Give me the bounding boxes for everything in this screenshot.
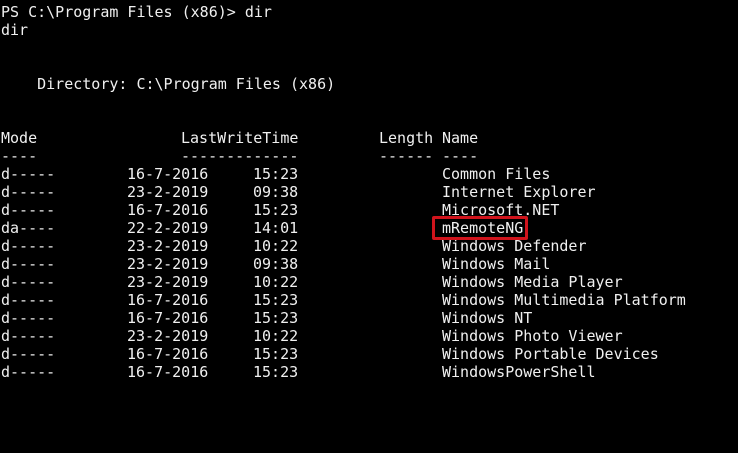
table-row: d----- 16-7-2016 15:23 Windows Portable … <box>1 345 659 363</box>
row-name: Windows Portable Devices <box>442 345 659 363</box>
row-name: Windows Multimedia Platform <box>442 291 686 309</box>
row-date: 23-2-2019 <box>127 273 209 291</box>
row-date: 16-7-2016 <box>127 291 209 309</box>
row-mode: d----- <box>1 327 56 345</box>
table-row: d----- 16-7-2016 15:23 Microsoft.NET <box>1 201 559 219</box>
row-date: 23-2-2019 <box>127 237 209 255</box>
row-name: Windows Mail <box>442 255 551 273</box>
table-row-highlighted: da---- 22-2-2019 14:01 mRemoteNG <box>1 219 523 237</box>
row-date: 16-7-2016 <box>127 309 209 327</box>
row-date: 16-7-2016 <box>127 165 209 183</box>
table-row: d----- 16-7-2016 15:23 Windows Multimedi… <box>1 291 686 309</box>
highlight-box <box>432 216 528 240</box>
row-time: 09:38 <box>253 183 299 201</box>
table-row: d----- 16-7-2016 15:23 Windows NT <box>1 309 532 327</box>
row-mode: da---- <box>1 219 56 237</box>
header-last-write-time: LastWriteTime <box>181 129 299 147</box>
echo-line: dir <box>1 21 29 39</box>
row-time: 10:22 <box>253 237 299 255</box>
row-name: WindowsPowerShell <box>442 363 596 381</box>
header-length: Length <box>379 129 434 147</box>
row-date: 16-7-2016 <box>127 345 209 363</box>
row-name: Windows NT <box>442 309 533 327</box>
table-row: d----- 16-7-2016 15:23 WindowsPowerShell <box>1 363 596 381</box>
row-time: 15:23 <box>253 363 299 381</box>
underline-length: ------ <box>379 147 434 165</box>
header-row: Mode LastWriteTime Length Name <box>1 129 478 147</box>
row-date: 16-7-2016 <box>127 201 209 219</box>
row-name: Windows Media Player <box>442 273 623 291</box>
row-mode: d----- <box>1 273 56 291</box>
underline-name: ---- <box>442 147 479 165</box>
row-time: 09:38 <box>253 255 299 273</box>
row-time: 15:23 <box>253 201 299 219</box>
row-date: 23-2-2019 <box>127 183 209 201</box>
row-time: 10:22 <box>253 327 299 345</box>
prompt-line: PS C:\Program Files (x86)> dir <box>1 3 272 21</box>
header-name: Name <box>442 129 479 147</box>
row-mode: d----- <box>1 237 56 255</box>
row-mode: d----- <box>1 291 56 309</box>
table-row: d----- 23-2-2019 10:22 Windows Photo Vie… <box>1 327 623 345</box>
row-time: 15:23 <box>253 309 299 327</box>
row-time: 10:22 <box>253 273 299 291</box>
table-row: d----- 23-2-2019 09:38 Windows Mail <box>1 255 550 273</box>
row-date: 23-2-2019 <box>127 255 209 273</box>
row-name: Internet Explorer <box>442 183 596 201</box>
header-underline-row: ---- ------------- ------ ---- <box>1 147 478 165</box>
underline-mode: ---- <box>1 147 38 165</box>
row-time: 14:01 <box>253 219 299 237</box>
table-row: d----- 23-2-2019 10:22 Windows Media Pla… <box>1 273 623 291</box>
underline-last-write-time: ------------- <box>181 147 299 165</box>
row-date: 23-2-2019 <box>127 327 209 345</box>
row-time: 15:23 <box>253 345 299 363</box>
directory-line: Directory: C:\Program Files (x86) <box>1 75 336 93</box>
table-row: d----- 23-2-2019 10:22 Windows Defender <box>1 237 587 255</box>
header-mode: Mode <box>1 129 38 147</box>
row-mode: d----- <box>1 201 56 219</box>
row-mode: d----- <box>1 309 56 327</box>
powershell-terminal[interactable]: { "terminal": { "prompt_line": "PS C:\\P… <box>0 0 738 403</box>
row-time: 15:23 <box>253 165 299 183</box>
table-row: d----- 23-2-2019 09:38 Internet Explorer <box>1 183 596 201</box>
row-mode: d----- <box>1 255 56 273</box>
row-mode: d----- <box>1 363 56 381</box>
row-time: 15:23 <box>253 291 299 309</box>
row-date: 22-2-2019 <box>127 219 209 237</box>
row-mode: d----- <box>1 183 56 201</box>
row-mode: d----- <box>1 165 56 183</box>
row-date: 16-7-2016 <box>127 363 209 381</box>
row-name: Common Files <box>442 165 551 183</box>
row-mode: d----- <box>1 345 56 363</box>
table-row: d----- 16-7-2016 15:23 Common Files <box>1 165 550 183</box>
row-name: Windows Photo Viewer <box>442 327 623 345</box>
